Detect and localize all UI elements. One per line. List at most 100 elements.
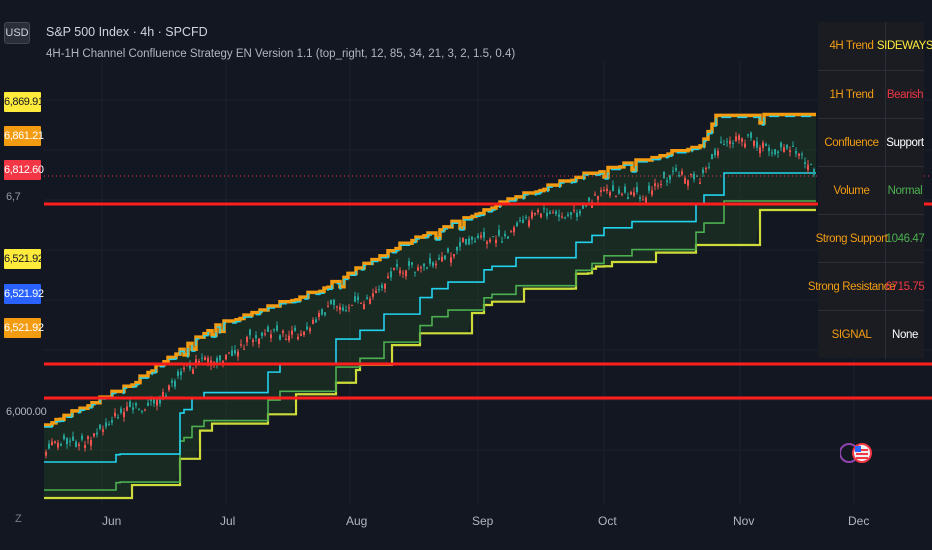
candle-body — [183, 367, 185, 370]
status-label: 4H Trend — [818, 22, 886, 70]
candle-body — [417, 267, 419, 271]
timezone-toggle[interactable]: Z — [15, 513, 22, 525]
candle-body — [45, 451, 47, 456]
candle-body — [678, 175, 680, 177]
candle-body — [642, 199, 644, 201]
candle-body — [555, 211, 557, 215]
candle-body — [264, 333, 266, 335]
candle-body — [285, 339, 287, 341]
price-badge: 6,521.92 — [4, 249, 44, 269]
candle-body — [291, 330, 293, 335]
candle-body — [699, 182, 701, 185]
price-chart[interactable] — [0, 0, 932, 550]
candle-body — [357, 296, 359, 301]
candle-body — [303, 331, 305, 335]
price-badge: 6,521.92 — [4, 318, 44, 338]
candle-body — [528, 220, 530, 227]
candle-body — [774, 149, 776, 155]
candle-body — [639, 197, 641, 199]
candle-body — [333, 299, 335, 306]
candle-body — [543, 208, 545, 210]
candle-body — [720, 141, 722, 143]
candle-body — [615, 195, 617, 197]
candle-body — [549, 212, 551, 214]
y-tick: 6,000.00 — [6, 406, 47, 418]
candle-body — [534, 212, 536, 215]
candle-body — [666, 180, 668, 183]
candle-body — [603, 189, 605, 192]
x-tick: Sep — [472, 514, 494, 528]
candle-body — [726, 141, 728, 143]
candle-body — [516, 222, 518, 227]
candle-body — [57, 442, 59, 448]
candle-body — [375, 290, 377, 294]
candle-body — [783, 147, 785, 153]
status-value: None — [892, 329, 918, 341]
status-value: Support — [886, 137, 924, 149]
candle-body — [258, 338, 260, 345]
candle-body — [789, 150, 791, 153]
candle-body — [480, 235, 482, 238]
status-row: 4H Trend SIDEWAYS — [818, 22, 932, 70]
candle-body — [531, 212, 533, 219]
candle-body — [522, 219, 524, 223]
candle-body — [366, 297, 368, 299]
candle-body — [177, 371, 179, 376]
candle-body — [372, 293, 374, 297]
candle-body — [414, 271, 416, 273]
status-row: Volume Normal — [818, 166, 924, 215]
x-tick: Dec — [848, 514, 870, 528]
candle-body — [423, 263, 425, 267]
candle-body — [387, 276, 389, 278]
candle-body — [651, 190, 653, 195]
candle-body — [363, 304, 365, 310]
candle-body — [78, 444, 80, 446]
status-table: 4H Trend SIDEWAYS 1H Trend Bearish Confluenc… — [808, 22, 932, 359]
candle-body — [60, 443, 62, 446]
channel-bands — [44, 112, 816, 500]
candle-body — [483, 231, 485, 238]
candle-body — [576, 212, 578, 217]
candle-body — [741, 138, 743, 142]
candle-body — [138, 409, 140, 411]
candle-body — [762, 142, 764, 148]
status-label: 1H Trend — [818, 71, 886, 119]
candle-body — [201, 357, 203, 359]
candle-body — [66, 438, 68, 445]
candle-body — [123, 411, 125, 418]
candle-body — [813, 169, 815, 175]
candle-body — [705, 168, 707, 170]
candle-body — [519, 220, 521, 222]
candle-body — [810, 163, 812, 165]
currency-button[interactable]: USD — [4, 22, 30, 44]
candle-body — [498, 229, 500, 236]
candle-body — [681, 171, 683, 175]
candle-body — [111, 420, 113, 423]
candle-body — [546, 212, 548, 217]
status-value: SIDEWAYS — [876, 40, 932, 52]
indicator-title[interactable]: 4H-1H Channel Confluence Strategy EN Ver… — [46, 48, 515, 60]
candle-body — [405, 270, 407, 277]
candle-body — [252, 339, 254, 343]
candle-body — [597, 195, 599, 200]
candle-body — [180, 371, 182, 376]
candle-body — [69, 440, 71, 442]
candle-body — [804, 162, 806, 164]
candle-body — [288, 335, 290, 341]
candle-body — [675, 168, 677, 171]
candle-body — [735, 136, 737, 141]
candle-body — [759, 147, 761, 154]
channel-fill — [44, 114, 816, 498]
candle-body — [657, 185, 659, 187]
candle-body — [306, 326, 308, 330]
candle-body — [72, 436, 74, 441]
candle-body — [558, 214, 560, 217]
candle-body — [48, 443, 50, 449]
candle-body — [438, 257, 440, 260]
status-label: Confluence — [818, 119, 886, 167]
candle-body — [222, 360, 224, 363]
candle-body — [384, 283, 386, 289]
candle-body — [171, 380, 173, 383]
candle-body — [435, 263, 437, 266]
candle-body — [411, 262, 413, 265]
